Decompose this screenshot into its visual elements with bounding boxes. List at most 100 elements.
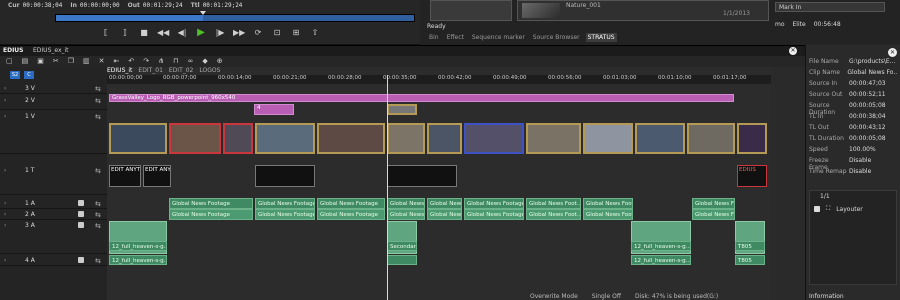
video-clip[interactable]: [737, 123, 767, 154]
mute-icon[interactable]: [78, 222, 84, 228]
expand-icon[interactable]: ›: [4, 211, 6, 218]
text-clip[interactable]: [387, 165, 457, 187]
track-sync-icon[interactable]: ⇆: [95, 85, 101, 93]
open-icon[interactable]: ▤: [22, 57, 29, 66]
export-icon[interactable]: ⇧: [309, 28, 321, 38]
audio-clip[interactable]: Global News Footage: [427, 198, 462, 209]
sync-lock-button[interactable]: S2: [10, 70, 20, 79]
track-sync-icon[interactable]: ⇆: [95, 257, 101, 265]
track-header-1t[interactable]: › 1 T ⇆: [0, 165, 107, 195]
track-header-4a[interactable]: › 4 A ⇆: [0, 255, 107, 266]
video-clip[interactable]: [427, 123, 462, 154]
link-icon[interactable]: ∞: [188, 57, 194, 66]
tab-sequence-1[interactable]: EDIUS_it: [107, 67, 132, 74]
rewind-icon[interactable]: ◀◀: [157, 28, 169, 38]
track-sync-icon[interactable]: ⇆: [95, 200, 101, 208]
video-clip[interactable]: [687, 123, 735, 154]
expand-icon[interactable]: ›: [4, 200, 6, 207]
mute-icon[interactable]: [78, 200, 84, 206]
delete-icon[interactable]: ✕: [99, 57, 105, 66]
clip-2v-b[interactable]: [387, 104, 417, 115]
marker-icon[interactable]: ◆: [202, 57, 207, 66]
video-clip[interactable]: [526, 123, 581, 154]
video-clip[interactable]: [317, 123, 385, 154]
insert-icon[interactable]: ⊡: [271, 28, 283, 38]
audio-clip[interactable]: Global News Footage: [427, 209, 462, 220]
tab-source-browser[interactable]: Source Browser: [531, 33, 582, 42]
track-header-2a[interactable]: › 2 A ⇆: [0, 209, 107, 220]
audio-clip[interactable]: Global News Footage: [692, 209, 735, 220]
track-header-2v[interactable]: › 2 V ⇆: [0, 95, 107, 110]
text-clip[interactable]: EDIT ANYTHING ANYWHERE: [109, 165, 141, 187]
audio-clip[interactable]: Global News Foot...: [526, 209, 581, 220]
audio-clip[interactable]: Global News Footage: [464, 198, 524, 209]
audio-clip[interactable]: Global News Foot...: [526, 198, 581, 209]
track-sync-icon[interactable]: ⇆: [95, 222, 101, 230]
ripple-mode-button[interactable]: C: [24, 70, 34, 79]
music-clip[interactable]: 12_full_heaven-s-g...: [631, 241, 691, 251]
audio-clip[interactable]: Global News Footage: [255, 209, 315, 220]
redo-icon[interactable]: ↷: [143, 57, 149, 66]
copy-icon[interactable]: ❐: [68, 57, 74, 66]
tab-stratus[interactable]: STRATUS: [585, 33, 617, 42]
source-clip-card[interactable]: Nature_001 1/1/2013: [517, 0, 769, 21]
text-clip[interactable]: EDIT ANYTHING ANYWHERE: [143, 165, 171, 187]
track-header-1a[interactable]: › 1 A ⇆: [0, 198, 107, 209]
playhead[interactable]: [387, 75, 388, 300]
play-icon[interactable]: ▶: [195, 28, 207, 38]
audio-clip[interactable]: Global News Footage: [255, 198, 315, 209]
stop-icon[interactable]: ■: [138, 28, 150, 38]
mute-icon[interactable]: [78, 211, 84, 217]
close-icon[interactable]: ✕: [789, 47, 797, 55]
tab-sequence-4[interactable]: LOGOS: [199, 67, 220, 74]
music-clip[interactable]: 12_full_heaven-s-g...: [109, 241, 167, 251]
loop-icon[interactable]: ⟳: [252, 28, 264, 38]
tab-effect[interactable]: Effect: [445, 33, 466, 42]
step-forward-icon[interactable]: |▶: [214, 28, 226, 38]
audio-clip[interactable]: Global News Footage: [583, 198, 633, 209]
track-sync-icon[interactable]: ⇆: [95, 113, 101, 121]
music-clip[interactable]: 12_full_heaven-s-g...: [109, 255, 167, 265]
expand-icon[interactable]: ›: [4, 222, 6, 229]
fast-forward-icon[interactable]: ▶▶: [233, 28, 245, 38]
audio-clip[interactable]: Global News Footage: [692, 198, 735, 209]
clip-2v[interactable]: 4: [254, 104, 294, 115]
music-clip[interactable]: T805: [735, 241, 765, 251]
track-header-3v[interactable]: › 3 V ⇆: [0, 83, 107, 94]
audio-clip[interactable]: Global News Footage: [169, 198, 253, 209]
audio-clip[interactable]: Global News Footage: [169, 209, 253, 220]
video-clip[interactable]: [387, 123, 425, 154]
bin-thumbnail[interactable]: [430, 0, 512, 21]
video-clip[interactable]: [464, 123, 524, 154]
audio-clip[interactable]: Global News Footage: [317, 198, 385, 209]
track-sync-icon[interactable]: ⇆: [95, 211, 101, 219]
undo-icon[interactable]: ↶: [128, 57, 134, 66]
text-clip[interactable]: EDIUS: [737, 165, 767, 187]
mark-in-field[interactable]: Mark In: [775, 2, 885, 12]
video-clip[interactable]: [635, 123, 685, 154]
video-clip[interactable]: [255, 123, 315, 154]
audio-clip[interactable]: Global News Footage: [583, 209, 633, 220]
expand-icon[interactable]: ›: [4, 97, 6, 104]
split-icon[interactable]: ⋔: [158, 57, 164, 66]
tab-sequence-3[interactable]: EDIT_02: [169, 67, 193, 74]
expand-icon[interactable]: ›: [4, 85, 6, 92]
snap-icon[interactable]: ⊓: [173, 57, 178, 66]
scrub-handle[interactable]: [199, 11, 206, 15]
mute-icon[interactable]: [78, 257, 84, 263]
expand-icon[interactable]: ›: [4, 167, 6, 174]
tab-bin[interactable]: Bin: [427, 33, 441, 42]
track-sync-icon[interactable]: ⇆: [95, 167, 101, 175]
music-clip[interactable]: [387, 255, 417, 265]
close-icon[interactable]: ✕: [888, 48, 897, 57]
music-clip[interactable]: Secondary: [387, 241, 417, 251]
track-header-1v[interactable]: › 1 V ⇆: [0, 111, 107, 154]
music-clip[interactable]: 12_full_heaven-s-g...: [631, 255, 691, 265]
ripple-icon[interactable]: ⇤: [114, 57, 120, 66]
set-out-icon[interactable]: ⟧: [119, 28, 131, 38]
player-scrub-bar[interactable]: [55, 11, 415, 22]
overwrite-icon[interactable]: ⊞: [290, 28, 302, 38]
zoom-icon[interactable]: ⊕: [217, 57, 223, 66]
audio-clip[interactable]: Global News Footage: [387, 198, 425, 209]
expand-icon[interactable]: ›: [4, 113, 6, 120]
